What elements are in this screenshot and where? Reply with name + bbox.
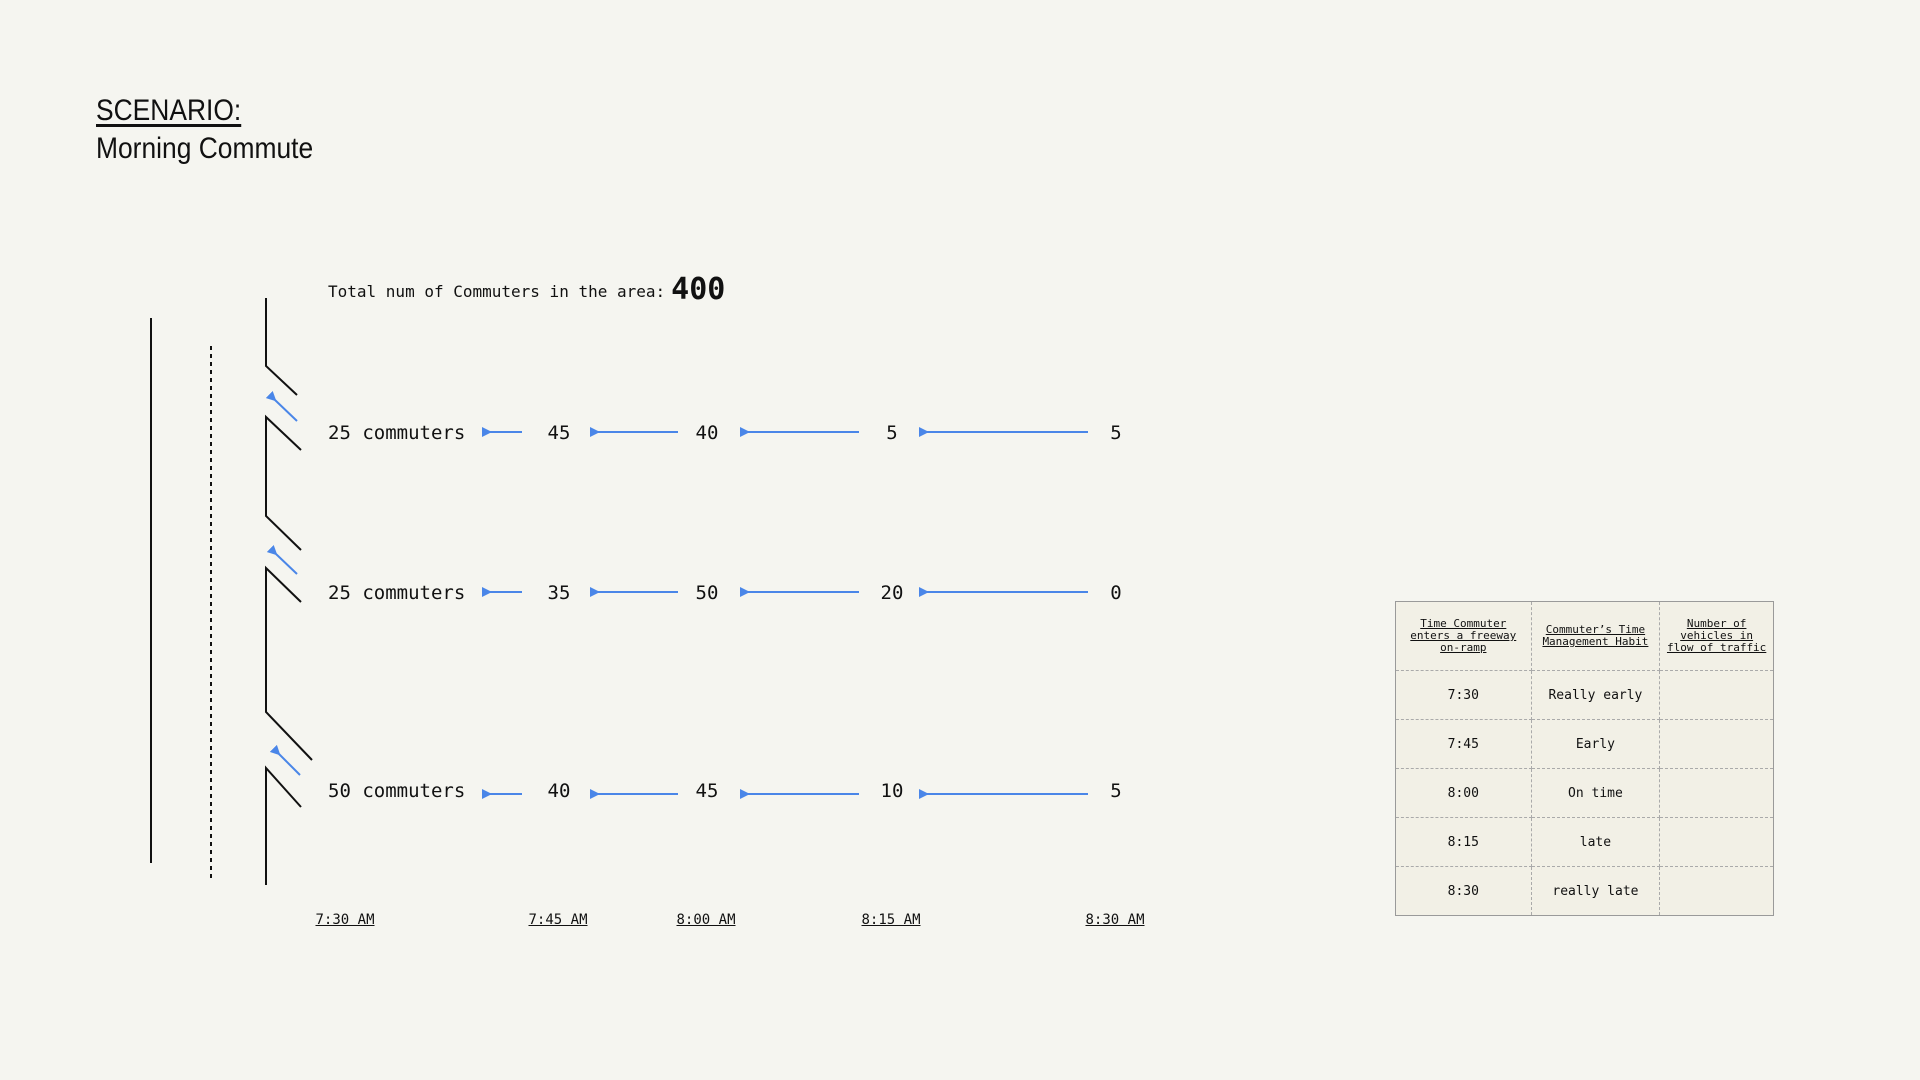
table-cell-habit: really late (1530, 866, 1661, 916)
commuter-habits-table: Time Commuter enters a freeway on-ramp C… (1395, 601, 1774, 916)
table-header-row: Time Commuter enters a freeway on-ramp C… (1395, 601, 1774, 671)
freeway-inner-edge (265, 298, 313, 885)
flow-value: 45 (695, 780, 719, 802)
table-row: 7:30 Really early (1395, 670, 1774, 720)
table-cell-time: 8:00 (1395, 768, 1532, 818)
time-label: 7:45 AM (528, 912, 588, 928)
time-label: 8:00 AM (676, 912, 736, 928)
table-cell-vehicles[interactable] (1659, 719, 1774, 769)
table-row: 8:15 late (1395, 817, 1774, 867)
total-commuters: Total num of Commuters in the area: 400 (328, 272, 725, 307)
table-cell-habit: On time (1530, 768, 1661, 818)
flow-arrows (482, 427, 1088, 799)
table-cell-time: 7:30 (1395, 670, 1532, 720)
table-cell-time: 8:15 (1395, 817, 1532, 867)
table-row: 7:45 Early (1395, 719, 1774, 769)
flow-value: 35 (547, 582, 571, 604)
ramp-commuters-label: 50 commuters (328, 780, 466, 802)
table-cell-habit: late (1530, 817, 1661, 867)
flow-value: 5 (1110, 780, 1122, 802)
table-cell-habit: Really early (1530, 670, 1661, 720)
ramp-commuters-label: 25 commuters (328, 422, 466, 444)
total-commuters-label: Total num of Commuters in the area: (328, 282, 666, 301)
table-cell-time: 8:30 (1395, 866, 1532, 916)
flow-value: 40 (547, 780, 571, 802)
flow-value: 5 (886, 422, 898, 444)
table-header: Commuter’s Time Management Habit (1530, 601, 1661, 671)
table-cell-vehicles[interactable] (1659, 817, 1774, 867)
table-cell-vehicles[interactable] (1659, 866, 1774, 916)
merge-arrow (265, 390, 298, 422)
flow-value: 5 (1110, 422, 1122, 444)
table-cell-time: 7:45 (1395, 719, 1532, 769)
table-header: Time Commuter enters a freeway on-ramp (1395, 601, 1532, 671)
table-row: 8:30 really late (1395, 866, 1774, 916)
total-commuters-value: 400 (671, 272, 726, 307)
flow-value: 50 (695, 582, 719, 604)
table-row: 8:00 On time (1395, 768, 1774, 818)
time-label: 8:30 AM (1085, 912, 1145, 928)
merge-arrow (266, 544, 298, 575)
table-header: Number of vehicles in flow of traffic (1659, 601, 1774, 671)
time-label: 8:15 AM (861, 912, 921, 928)
flow-value: 40 (695, 422, 719, 444)
ramp-commuters-label: 25 commuters (328, 582, 466, 604)
flow-value: 0 (1110, 582, 1122, 604)
freeway-diagram (150, 298, 1088, 885)
flow-value: 45 (547, 422, 571, 444)
flow-value: 20 (880, 582, 904, 604)
table-cell-vehicles[interactable] (1659, 768, 1774, 818)
flow-value: 10 (880, 780, 904, 802)
time-label: 7:30 AM (315, 912, 375, 928)
table-cell-vehicles[interactable] (1659, 670, 1774, 720)
merge-arrow (269, 744, 301, 776)
table-cell-habit: Early (1530, 719, 1661, 769)
